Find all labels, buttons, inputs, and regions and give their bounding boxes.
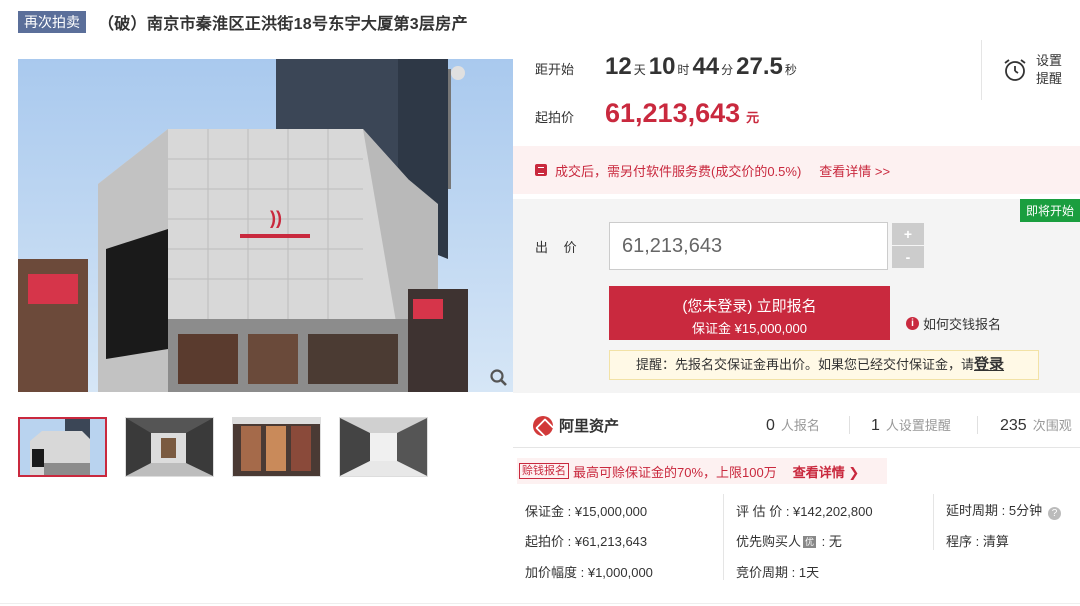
view-count: 235 次围观 — [1000, 415, 1072, 435]
wallet-icon — [535, 164, 547, 176]
divider — [977, 416, 978, 434]
countdown-days: 12 — [605, 53, 632, 80]
view-count-value: 235 — [1000, 417, 1027, 434]
view-count-label: 次围观 — [1032, 418, 1072, 433]
reminder-count-label: 人设置提醒 — [885, 418, 951, 433]
rebid-tag: 再次拍卖 — [18, 11, 86, 33]
bid-cycle-info: 竞价周期 : 1天 — [736, 565, 820, 580]
login-link[interactable]: 登录 — [974, 356, 1004, 373]
appraisal-info: 评 估 价 : ¥142,202,800 — [736, 504, 873, 519]
signup-count-value: 0 — [766, 417, 775, 434]
signup-button-label: (您未登录) 立即报名 — [682, 298, 817, 315]
deposit-info: 保证金 : ¥15,000,000 — [525, 504, 648, 519]
start-price: 起拍价 61,213,643 元 — [535, 98, 759, 129]
zoom-icon[interactable] — [489, 368, 509, 388]
fee-notice: 成交后，需另付软件服务费(成交价的0.5%) 查看详情 >> — [513, 146, 1080, 194]
preemptive-buyer-info: 优先购买人优 : 无 — [736, 531, 842, 550]
countdown: 距开始 12 天 10 时 44 分 27.5 秒 — [535, 53, 800, 85]
countdown-hours: 10 — [648, 53, 676, 80]
signup-deposit-label: 保证金 ¥15,000,000 — [692, 321, 807, 336]
countdown-minutes: 44 — [692, 53, 720, 80]
reminder-count: 1 人设置提醒 — [871, 415, 951, 435]
ali-assets-icon — [533, 415, 553, 436]
divider — [0, 603, 1080, 604]
divider — [723, 494, 724, 580]
info-icon: i — [906, 317, 919, 330]
start-price-unit: 元 — [746, 110, 760, 125]
decrease-bid-button[interactable]: - — [892, 246, 924, 268]
status-badge: 即将开始 — [1019, 199, 1080, 222]
reminder-count-value: 1 — [871, 417, 880, 434]
credit-details-link[interactable]: 查看详情 ❯ — [793, 462, 860, 481]
signup-button[interactable]: (您未登录) 立即报名 保证金 ¥15,000,000 — [609, 286, 890, 340]
thumbnail-1[interactable] — [18, 417, 107, 477]
delay-period-info: 延时周期 : 5分钟? — [946, 500, 1062, 520]
remind-label-1: 设置 — [1036, 53, 1063, 68]
delay-period-text: 延时周期 : 5分钟 — [946, 503, 1043, 518]
preemptive-buyer-value: : 无 — [818, 534, 842, 549]
divider — [849, 416, 850, 434]
login-tip-text: 提醒：先报名交保证金再出价。如果您已经交付保证金，请 — [636, 357, 975, 372]
countdown-days-unit: 天 — [633, 63, 646, 77]
countdown-minutes-unit: 分 — [721, 63, 734, 77]
fee-details-link[interactable]: 查看详情 >> — [819, 161, 890, 180]
how-to-pay-link[interactable]: i 如何交钱报名 — [906, 314, 1001, 333]
bid-label: 出 价 — [535, 240, 583, 255]
remind-label-2: 提醒 — [1036, 71, 1063, 86]
alarm-clock-icon — [1004, 59, 1026, 81]
login-tip: 提醒：先报名交保证金再出价。如果您已经交付保证金，请登录 — [609, 350, 1039, 380]
bid-amount-input[interactable]: 61,213,643 — [609, 222, 888, 270]
preemptive-badge-icon: 优 — [803, 536, 817, 548]
preemptive-buyer-label: 优先购买人 — [736, 534, 802, 549]
signup-count-label: 人报名 — [780, 418, 820, 433]
ali-assets-logo: 阿里资产 — [533, 415, 619, 436]
countdown-hours-unit: 时 — [677, 63, 690, 77]
help-icon[interactable]: ? — [1048, 507, 1062, 520]
title-row: 再次拍卖 （破）南京市秦淮区正洪街18号东宇大厦第3层房产 — [18, 11, 468, 33]
set-reminder-button[interactable]: 设置 提醒 — [981, 40, 1062, 100]
start-price-label: 起拍价 — [535, 110, 575, 125]
countdown-label: 距开始 — [535, 62, 575, 77]
credit-signup-text: 最高可赊保证金的70%，上限100万 — [573, 464, 777, 480]
countdown-seconds: 27.5 — [736, 53, 783, 80]
signup-count: 0 人报名 — [766, 415, 820, 435]
start-price-value: 61,213,643 — [605, 98, 741, 128]
thumbnail-3[interactable] — [232, 417, 321, 477]
thumbnail-strip — [18, 417, 440, 477]
divider — [933, 494, 934, 550]
bid-panel: 即将开始 出 价 61,213,643 + - (您未登录) 立即报名 保证金 … — [513, 199, 1080, 393]
credit-signup-tag: 赊钱报名 — [519, 463, 569, 479]
procedure-info: 程序 : 清算 — [946, 534, 1009, 549]
stats-row: 阿里资产 0 人报名 1 人设置提醒 235 次围观 — [513, 408, 1080, 448]
how-to-pay-label: 如何交钱报名 — [923, 317, 1002, 332]
svg-text:)): )) — [270, 208, 282, 228]
start-price-info: 起拍价 : ¥61,213,643 — [525, 534, 648, 549]
increase-bid-button[interactable]: + — [892, 223, 924, 245]
ali-assets-name: 阿里资产 — [559, 418, 620, 435]
credit-signup-promo: 赊钱报名 最高可赊保证金的70%，上限100万 查看详情 ❯ — [517, 458, 887, 484]
increment-info: 加价幅度 : ¥1,000,000 — [525, 565, 653, 580]
fee-notice-text: 成交后，需另付软件服务费(成交价的0.5%) — [555, 163, 802, 179]
thumbnail-2[interactable] — [125, 417, 214, 477]
countdown-seconds-unit: 秒 — [784, 63, 797, 77]
main-property-photo[interactable]: )) — [18, 59, 513, 392]
thumbnail-4[interactable] — [339, 417, 428, 477]
page-title: （破）南京市秦淮区正洪街18号东宇大厦第3层房产 — [98, 16, 468, 33]
building-photo: )) — [18, 59, 513, 392]
